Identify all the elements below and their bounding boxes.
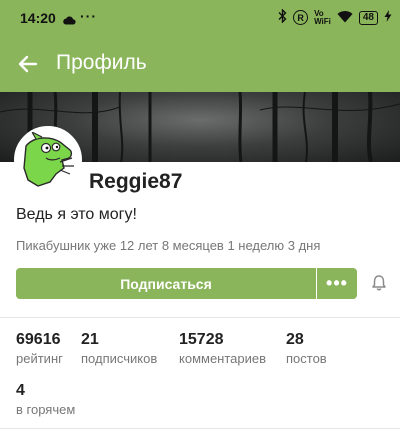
back-arrow-icon[interactable] (16, 52, 40, 76)
stat-label: в горячем (16, 402, 76, 417)
page-title: Профиль (56, 51, 147, 74)
member-since: Пикабушник уже 12 лет 8 месяцев 1 неделю… (16, 238, 321, 253)
divider (0, 428, 400, 429)
battery-icon: 48 (358, 10, 378, 25)
cloud-icon (62, 12, 76, 30)
divider (0, 317, 400, 318)
stat-label: подписчиков (81, 351, 158, 366)
vowifi-icon: Vo WiFi (314, 9, 331, 26)
r-badge-icon: R (293, 10, 309, 25)
vowifi-bottom: WiFi (314, 16, 331, 26)
profile-bio: Ведь я это могу! (16, 206, 137, 223)
avatar[interactable] (14, 126, 82, 194)
stat-posts[interactable]: 28 постов (286, 331, 327, 366)
stat-label: рейтинг (16, 351, 63, 366)
wifi-icon (337, 10, 353, 26)
status-time: 14:20 (20, 10, 56, 26)
subscribe-button[interactable]: Подписаться (16, 268, 316, 299)
charging-icon (384, 10, 392, 25)
bell-icon[interactable] (370, 274, 388, 292)
bluetooth-icon (278, 8, 287, 26)
more-notifications-icon: ··· (80, 8, 97, 24)
status-bar: 14:20 ··· R Vo WiFi 48 (0, 0, 400, 36)
stat-value: 15728 (179, 331, 224, 348)
stat-value: 21 (81, 331, 99, 348)
stat-rating: 69616 рейтинг (16, 331, 63, 366)
username: Reggie87 (89, 170, 183, 193)
stat-comments[interactable]: 15728 комментариев (179, 331, 266, 366)
stat-value: 4 (16, 382, 25, 399)
stat-hot[interactable]: 4 в горячем (16, 382, 75, 417)
stat-label: постов (286, 351, 327, 366)
app-bar: Профиль (0, 36, 400, 92)
status-right-icons: R Vo WiFi 48 (278, 8, 392, 26)
stat-value: 28 (286, 331, 304, 348)
stat-subscribers[interactable]: 21 подписчиков (81, 331, 157, 366)
stat-label: комментариев (179, 351, 267, 366)
stat-value: 69616 (16, 331, 61, 348)
more-options-button[interactable]: ••• (317, 268, 357, 299)
